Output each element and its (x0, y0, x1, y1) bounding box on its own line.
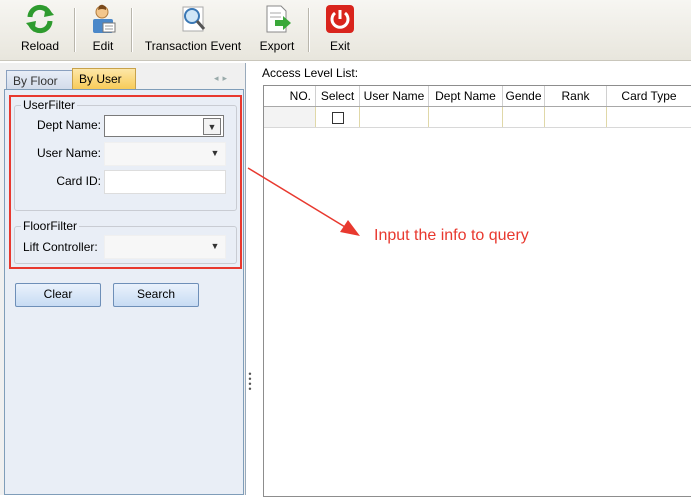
exit-button[interactable]: Exit (318, 0, 362, 60)
user-name-label: User Name: (36, 146, 101, 160)
transaction-event-label: Transaction Event (144, 39, 242, 53)
search-button[interactable]: Search (113, 283, 199, 307)
transaction-event-button[interactable]: Transaction Event (140, 0, 246, 60)
access-level-grid: NO. Select User Name Dept Name Gende Ran… (263, 85, 691, 497)
edit-label: Edit (92, 39, 114, 53)
col-dept-name[interactable]: Dept Name (429, 86, 503, 106)
annotation-text: Input the info to query (374, 227, 529, 244)
grid-header: NO. Select User Name Dept Name Gende Ran… (264, 86, 691, 107)
splitter-grip[interactable]: • • • • (248, 370, 252, 394)
power-icon (326, 5, 354, 33)
clear-button[interactable]: Clear (15, 283, 101, 307)
col-rank[interactable]: Rank (545, 86, 607, 106)
export-button[interactable]: Export (252, 0, 302, 60)
col-select[interactable]: Select (316, 86, 360, 106)
lift-controller-label: Lift Controller: (23, 240, 98, 254)
dept-name-combo[interactable]: ▼ (104, 115, 224, 137)
cell-select[interactable] (316, 107, 360, 127)
cell-card-type (607, 107, 691, 127)
col-no[interactable]: NO. (264, 86, 316, 106)
user-filter-title: UserFilter (21, 98, 78, 112)
tab-scroll-arrows[interactable]: ◂▸ (214, 73, 231, 84)
floor-filter-group: FloorFilter Lift Controller: ▼ (14, 219, 237, 264)
toolbar: Reload Edit Transaction Event Export Exi… (0, 0, 691, 61)
toolbar-separator (131, 8, 132, 52)
cell-dept-name (429, 107, 503, 127)
reload-label: Reload (20, 39, 60, 53)
card-id-label: Card ID: (56, 174, 101, 188)
chevron-down-icon[interactable]: ▼ (207, 145, 223, 161)
card-id-input[interactable] (104, 170, 226, 194)
cell-no (264, 107, 316, 127)
highlight-box: UserFilter Dept Name: ▼ User Name: ▼ Car… (9, 95, 242, 269)
left-panel: By Floor By User ◂▸ UserFilter Dept Name… (0, 63, 246, 495)
toolbar-separator (74, 8, 75, 52)
reload-button[interactable]: Reload (10, 0, 70, 60)
cell-user-name (360, 107, 429, 127)
col-gender[interactable]: Gende (503, 86, 545, 106)
edit-button[interactable]: Edit (80, 0, 126, 60)
export-icon (266, 5, 291, 33)
access-level-list-title: Access Level List: (262, 66, 359, 80)
cell-rank (545, 107, 607, 127)
magnifier-icon (182, 6, 206, 32)
lift-controller-combo[interactable]: ▼ (104, 235, 226, 259)
dept-name-label: Dept Name: (36, 118, 101, 132)
filter-panel: UserFilter Dept Name: ▼ User Name: ▼ Car… (4, 89, 244, 495)
floor-filter-title: FloorFilter (21, 219, 80, 233)
toolbar-separator (308, 8, 309, 52)
select-checkbox[interactable] (331, 111, 344, 124)
reload-icon (26, 4, 54, 34)
export-label: Export (259, 39, 295, 53)
edit-user-icon (93, 4, 116, 33)
exit-label: Exit (329, 39, 350, 53)
chevron-down-icon[interactable]: ▼ (207, 238, 223, 254)
chevron-down-icon[interactable]: ▼ (203, 118, 221, 135)
table-row[interactable] (264, 107, 691, 128)
col-user-name[interactable]: User Name (360, 86, 429, 106)
annotation-arrow (247, 167, 360, 236)
col-card-type[interactable]: Card Type (607, 86, 691, 106)
user-name-combo[interactable]: ▼ (104, 142, 226, 166)
user-filter-group: UserFilter Dept Name: ▼ User Name: ▼ Car… (14, 98, 237, 211)
cell-gender (503, 107, 545, 127)
